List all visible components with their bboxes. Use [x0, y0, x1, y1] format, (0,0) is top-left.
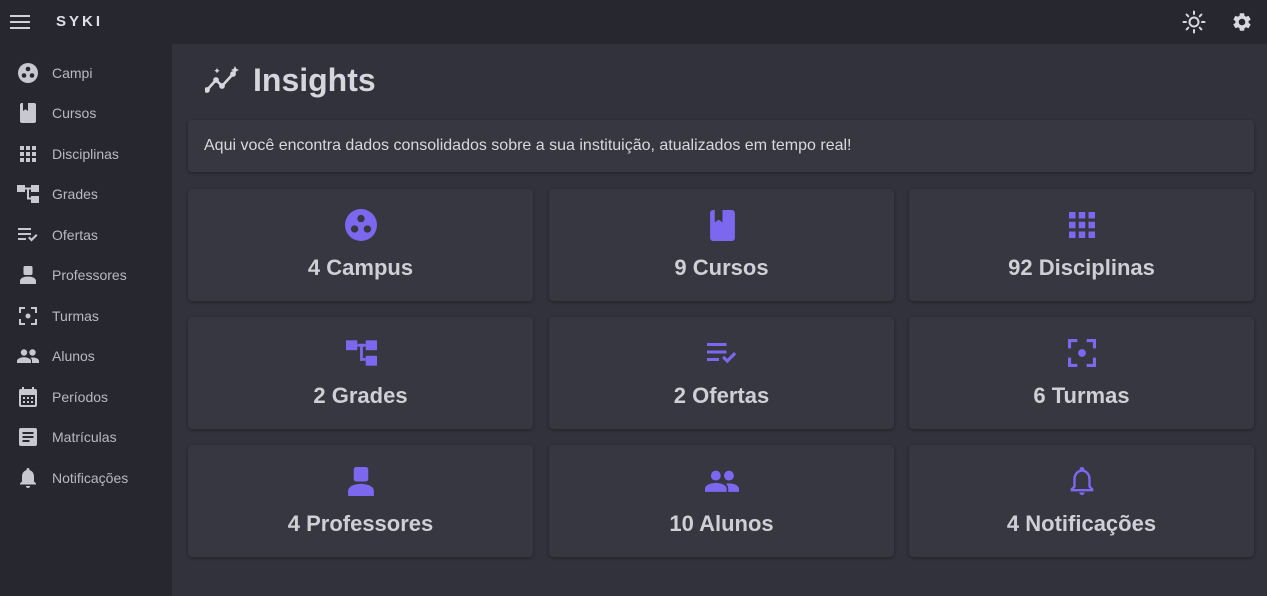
- sidebar-item-label: Turmas: [52, 308, 99, 324]
- grid-icon: [17, 143, 39, 165]
- sidebar-item-notificacoes[interactable]: Notificações: [0, 460, 172, 496]
- theme-toggle-sun-icon[interactable]: [1182, 10, 1206, 34]
- tree-icon: [17, 183, 39, 205]
- page-title: Insights: [253, 62, 376, 98]
- playlist-check-icon: [704, 335, 740, 371]
- stat-card-ofertas[interactable]: 2 Ofertas: [549, 317, 894, 429]
- sidebar-item-periodos[interactable]: Períodos: [0, 379, 172, 415]
- sidebar-item-label: Cursos: [52, 105, 97, 121]
- sidebar-item-ofertas[interactable]: Ofertas: [0, 217, 172, 253]
- playlist-check-icon: [17, 224, 39, 246]
- stat-card-label: 10 Alunos: [669, 511, 774, 536]
- intro-text: Aqui você encontra dados consolidados so…: [204, 137, 852, 154]
- stat-card-grades[interactable]: 2 Grades: [188, 317, 533, 429]
- sidebar-item-label: Campi: [52, 65, 93, 81]
- stat-card-label: 92 Disciplinas: [1008, 255, 1155, 280]
- person-icon: [343, 463, 379, 499]
- document-icon: [17, 426, 39, 448]
- sidebar-item-grades[interactable]: Grades: [0, 176, 172, 212]
- sidebar-item-label: Matrículas: [52, 429, 117, 445]
- sidebar-item-label: Grades: [52, 186, 98, 202]
- stat-card-label: 2 Ofertas: [673, 383, 770, 408]
- sidebar-item-professores[interactable]: Professores: [0, 257, 172, 293]
- sidebar-nav: Campi Cursos Disciplinas Grades Ofertas …: [0, 44, 172, 596]
- stat-card-disciplinas[interactable]: 92 Disciplinas: [909, 189, 1254, 301]
- book-icon: [17, 102, 39, 124]
- grid-icon: [1064, 207, 1100, 243]
- stat-card-turmas[interactable]: 6 Turmas: [909, 317, 1254, 429]
- stat-card-notificacoes[interactable]: 4 Notificações: [909, 445, 1254, 557]
- sidebar-item-turmas[interactable]: Turmas: [0, 298, 172, 334]
- people-icon: [17, 345, 39, 367]
- center-focus-icon: [1064, 335, 1100, 371]
- stat-card-label: 4 Notificações: [1006, 511, 1157, 536]
- main-content: Insights Aqui você encontra dados consol…: [172, 44, 1267, 596]
- sidebar-item-cursos[interactable]: Cursos: [0, 95, 172, 131]
- calendar-icon: [17, 386, 39, 408]
- settings-gear-icon[interactable]: [1230, 10, 1254, 34]
- intro-card: Aqui você encontra dados consolidados so…: [188, 120, 1254, 172]
- stat-card-label: 2 Grades: [313, 383, 408, 408]
- book-icon: [704, 207, 740, 243]
- sidebar-item-label: Notificações: [52, 470, 129, 486]
- stat-card-alunos[interactable]: 10 Alunos: [549, 445, 894, 557]
- top-app-bar: SYKI: [0, 0, 1267, 44]
- campus-icon: [17, 62, 39, 84]
- stat-card-label: 4 Professores: [287, 511, 434, 536]
- campus-icon: [343, 207, 379, 243]
- sidebar-item-label: Disciplinas: [52, 146, 119, 162]
- sidebar-item-label: Períodos: [52, 389, 109, 405]
- sidebar-item-label: Professores: [52, 267, 127, 283]
- insights-icon: [204, 64, 241, 96]
- people-icon: [704, 463, 740, 499]
- sidebar-item-alunos[interactable]: Alunos: [0, 338, 172, 374]
- stat-card-label: 6 Turmas: [1033, 383, 1130, 408]
- center-focus-icon: [17, 305, 39, 327]
- stat-card-campus[interactable]: 4 Campus: [188, 189, 533, 301]
- stat-card-label: 9 Cursos: [674, 255, 769, 280]
- stat-card-cursos[interactable]: 9 Cursos: [549, 189, 894, 301]
- tree-icon: [343, 335, 379, 371]
- bell-icon: [17, 467, 39, 489]
- sidebar-item-label: Alunos: [52, 348, 95, 364]
- bell-icon: [1064, 463, 1100, 499]
- person-icon: [17, 264, 39, 286]
- app-brand: SYKI: [56, 13, 104, 30]
- sidebar-item-disciplinas[interactable]: Disciplinas: [0, 136, 172, 172]
- sidebar-item-label: Ofertas: [52, 227, 98, 243]
- sidebar-item-campi[interactable]: Campi: [0, 55, 172, 91]
- stat-card-label: 4 Campus: [307, 255, 414, 280]
- menu-icon[interactable]: [9, 12, 31, 32]
- sidebar-item-matriculas[interactable]: Matrículas: [0, 419, 172, 455]
- stat-card-professores[interactable]: 4 Professores: [188, 445, 533, 557]
